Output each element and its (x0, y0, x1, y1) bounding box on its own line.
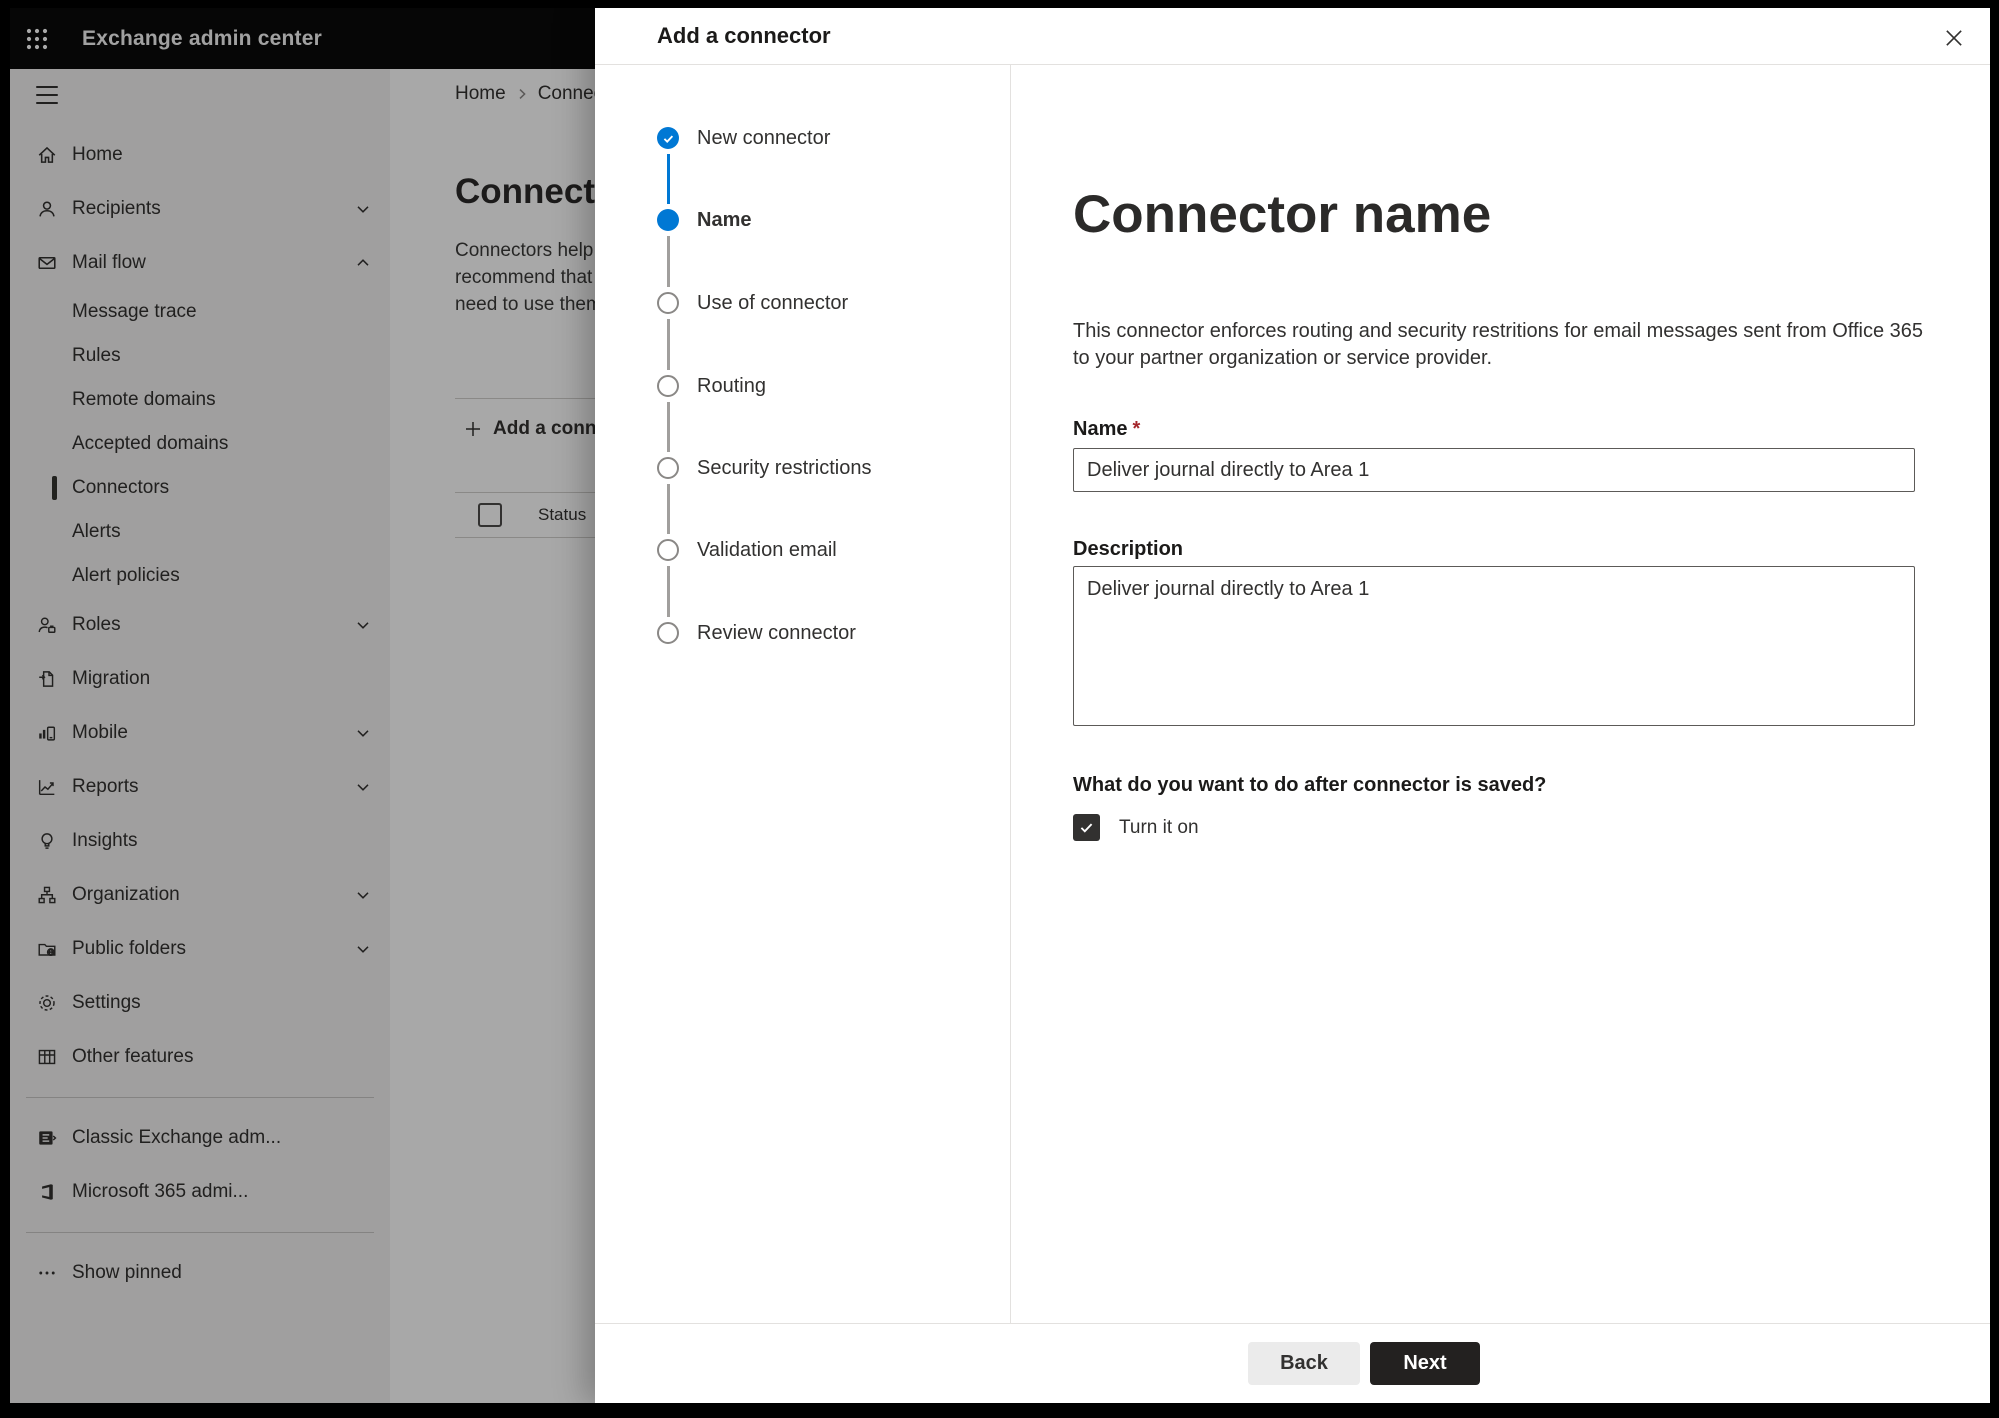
step-label: Routing (697, 374, 766, 397)
stepper-connector-line (667, 154, 670, 204)
step-label: Security restrictions (697, 456, 872, 479)
checkmark-icon (1080, 823, 1093, 833)
app-window: Exchange admin center Home Recipients Ma… (10, 8, 1990, 1403)
step-completed-icon (657, 127, 679, 149)
modal-title: Add a connector (657, 23, 831, 48)
step-todo-circle (657, 622, 679, 644)
turn-it-on-checkbox[interactable] (1073, 814, 1100, 841)
step-active-dot (657, 209, 679, 231)
connector-name-heading: Connector name (1073, 185, 1492, 244)
required-asterisk: * (1132, 418, 1141, 440)
stepper-connector-line (667, 236, 670, 287)
step-label: Review connector (697, 621, 856, 644)
step-todo-circle (657, 457, 679, 479)
stepper-connector-line (667, 402, 670, 452)
after-save-question: What do you want to do after connector i… (1073, 774, 1547, 796)
name-input[interactable] (1073, 448, 1915, 492)
stepper-connector-line (667, 566, 670, 617)
close-button[interactable] (1942, 26, 1966, 50)
stepper-connector-line (667, 484, 670, 534)
description-textarea[interactable]: Deliver journal directly to Area 1 (1073, 566, 1915, 726)
next-button[interactable]: Next (1370, 1342, 1480, 1385)
close-icon (1946, 30, 1962, 46)
turn-it-on-label: Turn it on (1119, 816, 1199, 838)
turn-it-on-row: Turn it on (1073, 814, 1199, 841)
modal-footer: Back Next (595, 1323, 1990, 1403)
step-label: Name (697, 208, 752, 231)
step-label: New connector (697, 126, 831, 149)
step-todo-circle (657, 292, 679, 314)
description-field-label: Description (1073, 538, 1184, 560)
modal-header: Add a connector (595, 8, 1990, 65)
wizard-stepper: New connector Name Use of connector Rout… (595, 65, 1011, 1323)
name-field-label: Name * (1073, 418, 1140, 441)
step-todo-circle (657, 539, 679, 561)
name-label-text: Name (1073, 418, 1128, 440)
connector-description-text: This connector enforces routing and secu… (1073, 320, 1924, 369)
back-button[interactable]: Back (1248, 1342, 1360, 1385)
step-label: Validation email (697, 538, 837, 561)
stepper-connector-line (667, 319, 670, 370)
step-todo-circle (657, 375, 679, 397)
step-label: Use of connector (697, 291, 849, 314)
add-connector-modal: Add a connector New connector Name Use o… (595, 8, 1990, 1403)
